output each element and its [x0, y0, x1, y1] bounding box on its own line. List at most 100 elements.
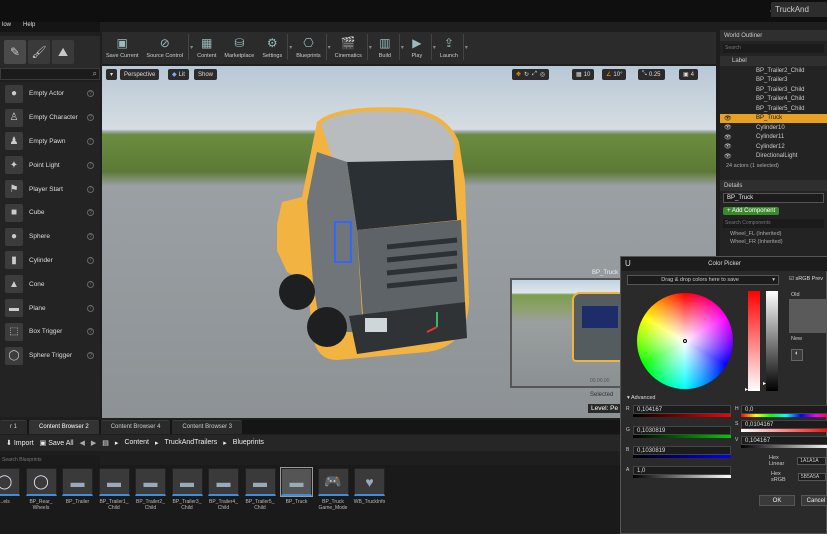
green-slider[interactable]: G 0,1030819 [626, 426, 731, 438]
show-button[interactable]: Show [194, 69, 218, 80]
value-bar[interactable]: ▸ [763, 291, 778, 391]
place-item[interactable]: ▲ Cone? [0, 272, 100, 296]
value-value[interactable]: 0,104167 [741, 436, 827, 445]
scale-snap[interactable]: ⤡ 0.25 [638, 69, 665, 80]
rotation-snap[interactable]: ∠ 10° [602, 69, 627, 80]
dropdown-arrow-icon[interactable]: ▾ [462, 34, 468, 60]
hue-slider[interactable]: H 0,0 [735, 405, 827, 417]
cinematics-button[interactable]: 🎬 Cinematics [331, 34, 366, 59]
asset-tile[interactable]: ▬ BP_Trailer5_ Child [244, 468, 277, 511]
advanced-section[interactable]: ▾ Advanced [627, 395, 655, 401]
breadcrumb-content[interactable]: Content [124, 439, 149, 447]
srgb-preview-checkbox[interactable]: ☑ sRGB Prev [789, 276, 823, 282]
label-column[interactable]: Label [732, 58, 747, 64]
dropdown-arrow-icon[interactable]: ▾ [188, 34, 193, 60]
outliner-row[interactable]: BP_Trailer5_Child [720, 104, 827, 114]
help-icon[interactable]: ? [87, 256, 94, 264]
red-value[interactable]: 0,104167 [633, 405, 731, 414]
place-item[interactable]: ♙ Empty Character? [0, 106, 100, 130]
details-name-field[interactable]: BP_Truck [723, 193, 824, 203]
outliner-row[interactable]: BP_Trailer3 [720, 76, 827, 86]
help-icon[interactable]: ? [87, 280, 94, 288]
save-button[interactable]: ▣ Save Current [102, 34, 142, 59]
window-tab-label[interactable]: TruckAnd [771, 2, 827, 17]
saturation-bar[interactable]: ▸ [745, 291, 760, 393]
build-button[interactable]: ▥ Build [372, 34, 398, 59]
hex-linear-field[interactable]: 1A1A1A [797, 457, 826, 465]
alpha-slider[interactable]: A 1,0 [626, 466, 731, 478]
mode-place-icon[interactable]: ✎ [4, 40, 26, 64]
world-icon[interactable]: ◎ [540, 71, 545, 78]
settings-button[interactable]: ⚙ Settings [258, 34, 286, 59]
ok-button[interactable]: OK [759, 495, 795, 506]
help-icon[interactable]: ? [87, 161, 94, 169]
color-wheel[interactable] [637, 293, 733, 389]
alpha-value[interactable]: 1,0 [633, 466, 731, 475]
help-icon[interactable]: ? [87, 209, 94, 217]
blue-value[interactable]: 0,1030819 [633, 446, 731, 455]
outliner-row[interactable]: 👁 Cylinder10 [720, 123, 827, 133]
outliner-row[interactable]: 👁 DirectionalLight [720, 152, 827, 162]
rotate-icon[interactable]: ↻ [524, 71, 529, 78]
outliner-row[interactable]: 👁 BP_Truck [720, 113, 827, 123]
place-item[interactable]: ▮ Cylinder? [0, 249, 100, 273]
truck-model[interactable] [277, 102, 472, 364]
nav-back-icon[interactable]: ◀ [80, 439, 85, 447]
outliner-row[interactable]: BP_Trailer2_Child [720, 66, 827, 76]
menu-item-window[interactable]: low [2, 22, 11, 32]
visibility-icon[interactable]: 👁 [724, 134, 732, 141]
asset-tile[interactable]: ▬ BP_Trailer4_ Child [207, 468, 240, 511]
perspective-button[interactable]: Perspective [120, 69, 160, 80]
value-slider[interactable]: V 0,104167 [735, 436, 827, 448]
save-all-button[interactable]: ▣ Save All [40, 439, 74, 447]
content-browser-tab[interactable]: Content Browser 3 [172, 420, 243, 434]
saturation-value[interactable]: 0,0104167 [741, 420, 827, 429]
place-item[interactable]: ✦ Point Light? [0, 153, 100, 177]
saturation-slider[interactable]: S 0,0104167 [735, 420, 827, 432]
breadcrumb-truck[interactable]: TruckAndTrailers [164, 439, 217, 447]
outliner-search-input[interactable]: Search [723, 44, 824, 53]
lit-button[interactable]: ◆ Lit [168, 69, 189, 80]
asset-tile[interactable]: ◯ BP_Rear_ Wheels [25, 468, 58, 511]
grid-snap[interactable]: ▦ 10 [572, 69, 595, 80]
place-item[interactable]: ▬ Plane? [0, 296, 100, 320]
hex-srgb-field[interactable]: 5B5A5A [797, 473, 826, 481]
color-swatch-dropdown[interactable]: Drag & drop colors here to save ▾ [627, 275, 779, 285]
dropdown-arrow-icon[interactable]: ▾ [287, 34, 292, 60]
place-item[interactable]: ■ Cube? [0, 201, 100, 225]
dropdown-arrow-icon[interactable]: ▾ [398, 34, 404, 60]
camera-speed[interactable]: ▣ 4 [679, 69, 699, 80]
nav-forward-icon[interactable]: ▶ [91, 439, 96, 447]
content-browser-tab[interactable]: Content Browser 4 [100, 420, 171, 434]
place-item[interactable]: ● Sphere? [0, 225, 100, 249]
asset-tile[interactable]: ◯ ...els [0, 468, 21, 505]
hue-value[interactable]: 0,0 [741, 405, 827, 414]
dropdown-arrow-icon[interactable]: ▾ [325, 34, 331, 60]
mode-paint-icon[interactable]: 🖌 [28, 40, 50, 64]
breadcrumb-blueprints[interactable]: Blueprints [233, 439, 264, 447]
asset-tile[interactable]: ▬ BP_Trailer [61, 468, 94, 505]
help-icon[interactable]: ? [87, 137, 94, 145]
blueprints-button[interactable]: ⎔ Blueprints [292, 34, 324, 59]
viewport-options-button[interactable]: ▾ [106, 69, 118, 80]
place-item[interactable]: ⚑ Player Start? [0, 177, 100, 201]
asset-tile[interactable]: ▬ BP_Trailer3_ Child [171, 468, 204, 511]
marketplace-button[interactable]: ⛁ Marketplace [220, 34, 258, 59]
help-icon[interactable]: ? [87, 352, 94, 360]
import-button[interactable]: ⬇ Import [6, 439, 34, 447]
outliner-row[interactable]: 👁 Cylinder11 [720, 133, 827, 143]
outliner-row[interactable]: BP_Trailer3_Child [720, 85, 827, 95]
folder-icon[interactable]: ▤ [102, 439, 109, 447]
place-search-input[interactable]: ⌕ [0, 68, 100, 80]
play-button[interactable]: ▶ Play [404, 34, 430, 59]
asset-tile[interactable]: 🎮 BP_Truck Game_Mode [317, 468, 350, 511]
visibility-icon[interactable]: 👁 [724, 143, 732, 150]
help-icon[interactable]: ? [87, 185, 94, 193]
component-item[interactable]: Wheel_FL (Inherited) [720, 230, 827, 238]
asset-tile[interactable]: ▬ BP_Trailer2_ Child [134, 468, 167, 511]
visibility-icon[interactable]: 👁 [724, 153, 732, 160]
help-icon[interactable]: ? [87, 304, 94, 312]
red-slider[interactable]: R 0,104167 [626, 405, 731, 417]
component-search-input[interactable]: Search Components [723, 219, 824, 228]
wheel-cursor[interactable] [683, 339, 687, 343]
